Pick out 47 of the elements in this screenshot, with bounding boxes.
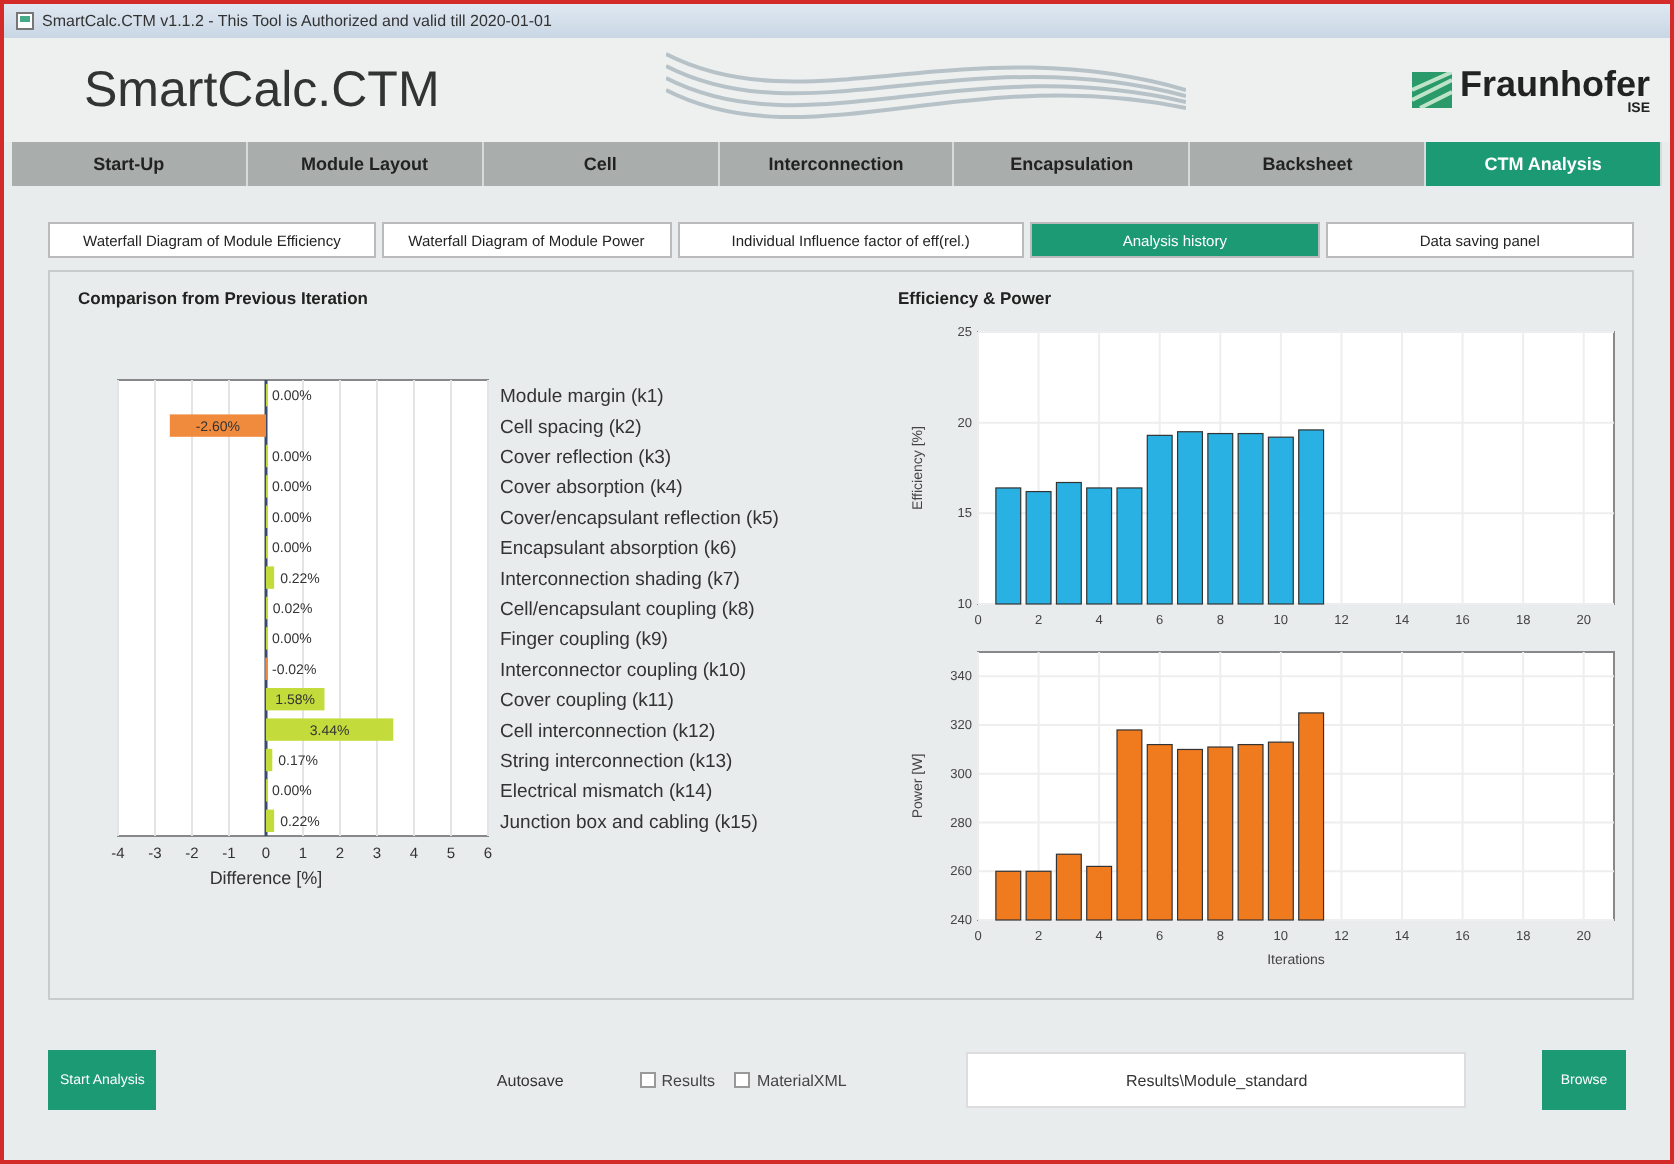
category-label: Cover reflection (k3) xyxy=(500,447,672,469)
category-label: Junction box and cabling (k15) xyxy=(500,811,758,834)
category-label: Finger coupling (k9) xyxy=(500,629,668,652)
category-label: Cover coupling (k11) xyxy=(500,690,674,713)
category-label: Module margin (k1) xyxy=(500,386,664,409)
main-tab[interactable]: CTM Analysis xyxy=(1426,142,1663,186)
category-label: Cell interconnection (k12) xyxy=(500,720,716,743)
category-label: Cover absorption (k4) xyxy=(500,477,683,500)
category-label: Electrical mismatch (k14) xyxy=(500,781,713,804)
bar xyxy=(1025,490,1052,605)
category-label: Interconnector coupling (k10) xyxy=(500,659,747,682)
checkbox[interactable] xyxy=(734,1072,751,1088)
path-field[interactable]: Results\Module_standard xyxy=(966,1052,1467,1108)
bar xyxy=(1086,865,1113,921)
difference-bar xyxy=(266,809,275,832)
logo-icon xyxy=(1411,72,1452,108)
window-title: SmartCalc.CTM v1.1.2 - This Tool is Authorized and valid till 2020-01-01 xyxy=(42,12,552,30)
checkbox-label: Results xyxy=(661,1071,715,1089)
section-title: Comparison from Previous Iteration xyxy=(78,288,370,308)
section-title: Efficiency & Power xyxy=(898,288,1054,308)
category-label: Cell spacing (k2) xyxy=(500,416,642,439)
logo-text: Fraunhofer xyxy=(1459,65,1650,101)
category-label: Cover/encapsulant reflection (k5) xyxy=(500,507,779,530)
category-label: Interconnection shading (k7) xyxy=(500,568,740,591)
bar xyxy=(995,870,1022,921)
checkbox-label: MaterialXML xyxy=(756,1071,847,1089)
difference-bar xyxy=(266,718,394,741)
bar xyxy=(995,487,1022,605)
category-label: String interconnection (k13) xyxy=(500,751,733,773)
app-icon xyxy=(16,12,34,30)
checkbox[interactable] xyxy=(639,1072,656,1088)
bar xyxy=(1055,853,1082,921)
axis-label: Difference [%] xyxy=(209,868,323,888)
difference-bar xyxy=(266,748,273,772)
main-tab[interactable]: Cell xyxy=(483,142,720,186)
difference-bar xyxy=(169,414,266,437)
category-label: Cell/encapsulant coupling (k8) xyxy=(500,599,755,621)
bar xyxy=(1025,870,1052,921)
bar xyxy=(1116,487,1143,605)
difference-bar xyxy=(266,566,275,589)
difference-bar xyxy=(266,688,325,711)
main-tab[interactable]: Interconnection xyxy=(719,142,955,186)
bar xyxy=(1055,481,1082,605)
bar xyxy=(1086,487,1113,605)
autosave-label: Autosave xyxy=(496,1071,564,1089)
app-name: SmartCalc.CTM xyxy=(84,61,440,119)
category-label: Encapsulant absorption (k6) xyxy=(500,538,737,561)
